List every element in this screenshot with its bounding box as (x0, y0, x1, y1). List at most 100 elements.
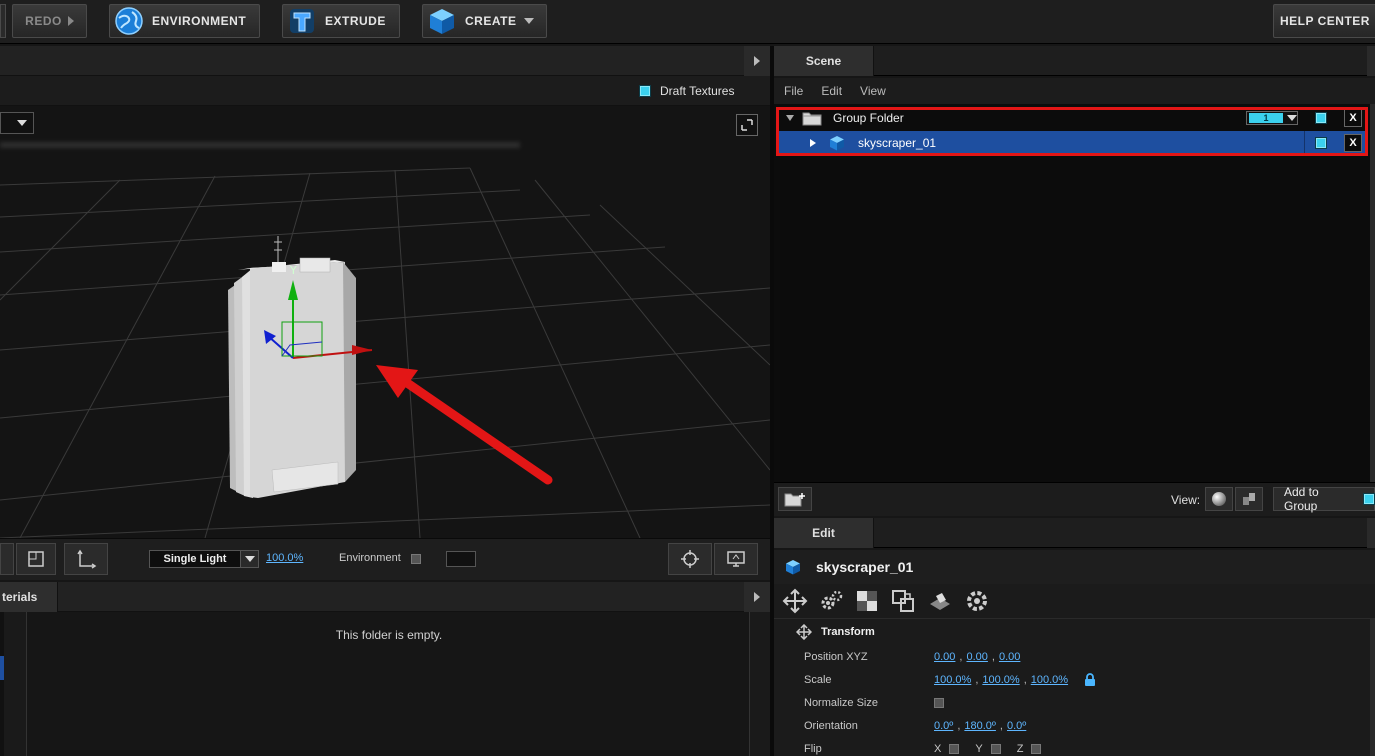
sphere-icon (1212, 492, 1226, 506)
view-objects-button[interactable] (1235, 487, 1263, 511)
normalize-checkbox[interactable] (934, 698, 944, 708)
extrude-label: EXTRUDE (325, 14, 386, 28)
lighting-select[interactable]: Single Light (149, 550, 259, 568)
edit-tabbar: Edit (774, 518, 1375, 548)
flip-z-checkbox[interactable] (1031, 744, 1042, 754)
tab-scene[interactable]: Scene (774, 46, 874, 76)
globe-icon (115, 7, 143, 35)
material-checker-icon[interactable] (854, 588, 880, 614)
scale-values: 100.0%, 100.0%, 100.0% (934, 673, 1096, 687)
add-to-group-checkbox[interactable] (1364, 494, 1374, 504)
tab-materials[interactable]: terials (0, 582, 58, 612)
scene-collapse-button[interactable] (1367, 46, 1375, 76)
group-delete-button[interactable]: X (1344, 109, 1362, 127)
edit-scrollbar[interactable] (1370, 618, 1375, 756)
orientation-values: 0.0º, 180.0º, 0.0º (934, 720, 1026, 732)
new-folder-button[interactable] (778, 487, 812, 511)
environment-button[interactable]: ENVIRONMENT (109, 4, 260, 38)
orientation-x-field[interactable]: 0.0º (934, 720, 953, 732)
menu-edit[interactable]: Edit (821, 84, 842, 98)
menu-file[interactable]: File (784, 84, 803, 98)
cube-icon (830, 136, 844, 151)
viewport-scene: Y (0, 167, 770, 538)
draft-textures-checkbox[interactable] (640, 86, 650, 96)
transform-section-header[interactable]: Transform (774, 618, 1370, 644)
collapse-arrow-icon (754, 56, 760, 66)
group-count-badge: 1 (1249, 113, 1283, 123)
position-x-field[interactable]: 0.00 (934, 651, 955, 663)
scene-row-group-folder[interactable]: Group Folder 1 X (778, 106, 1366, 130)
view-button-edge[interactable] (0, 543, 14, 575)
gear-icon[interactable] (964, 588, 990, 614)
edit-tab-label: Edit (812, 526, 835, 540)
focus-button[interactable] (668, 543, 712, 575)
orientation-z-field[interactable]: 0.0º (1007, 720, 1026, 732)
environment-color-swatch[interactable] (446, 551, 476, 567)
environment-label: Environment (339, 552, 401, 564)
camera-dropdown[interactable] (0, 112, 34, 134)
materials-collapse-button[interactable] (744, 582, 770, 612)
flip-y-checkbox[interactable] (990, 744, 1001, 754)
menu-view[interactable]: View (860, 84, 886, 98)
add-to-group-label: Add to Group (1284, 485, 1319, 513)
redo-button[interactable]: REDO (12, 4, 87, 38)
edit-collapse-button[interactable] (1367, 518, 1375, 548)
square-view-icon (28, 551, 44, 567)
environment-checkbox[interactable] (411, 554, 421, 564)
front-view-button[interactable] (16, 543, 56, 575)
materials-folder-selected[interactable] (0, 656, 4, 680)
position-values: 0.00, 0.00, 0.00 (934, 651, 1020, 663)
normalize-value (934, 698, 944, 708)
screen-mode-button[interactable] (714, 543, 758, 575)
lock-icon[interactable] (1084, 673, 1096, 687)
extrude-button[interactable]: EXTRUDE (282, 4, 400, 38)
expand-right-icon[interactable] (810, 139, 816, 147)
axes-view-button[interactable] (64, 543, 108, 575)
flip-x-checkbox[interactable] (949, 744, 960, 754)
group-visible-checkbox[interactable] (1316, 113, 1326, 123)
skyscraper-visible-checkbox[interactable] (1316, 138, 1326, 148)
help-center-button[interactable]: HELP CENTER (1273, 4, 1375, 38)
expand-down-icon[interactable] (786, 115, 794, 121)
scene-scrollbar[interactable] (1370, 104, 1375, 482)
position-z-field[interactable]: 0.00 (999, 651, 1020, 663)
gears-icon[interactable] (818, 588, 844, 614)
scene-row-skyscraper[interactable]: skyscraper_01 X (778, 131, 1366, 155)
lighting-dropdown-arrow[interactable] (240, 551, 258, 567)
zoom-percent-link[interactable]: 100.0% (266, 552, 303, 564)
position-row: Position XYZ 0.00, 0.00, 0.00 (804, 647, 1364, 667)
separator: , (957, 720, 961, 732)
objects-icon (1243, 493, 1255, 505)
create-button[interactable]: CREATE (422, 4, 547, 38)
scale-x-field[interactable]: 100.0% (934, 674, 971, 686)
viewport-options-bar: Draft Textures (0, 76, 770, 106)
uv-map-icon[interactable] (890, 588, 916, 614)
normalize-label: Normalize Size (804, 697, 878, 709)
row-divider (1304, 131, 1305, 155)
transform-properties: Transform Position XYZ 0.00, 0.00, 0.00 … (774, 618, 1375, 756)
shape-box-icon[interactable] (926, 588, 954, 614)
materials-tab-label: terials (2, 590, 38, 604)
scale-z-field[interactable]: 100.0% (1031, 674, 1068, 686)
orientation-y-field[interactable]: 180.0º (964, 720, 996, 732)
edit-object-name: skyscraper_01 (816, 559, 914, 575)
position-y-field[interactable]: 0.00 (966, 651, 987, 663)
scene-tree: Group Folder 1 X skyscraper_01 X (774, 104, 1370, 482)
scene-menu-bar: File Edit View (774, 78, 1375, 104)
skyscraper-delete-button[interactable]: X (1344, 134, 1362, 152)
maximize-viewport-button[interactable] (736, 114, 758, 136)
tab-edit[interactable]: Edit (774, 518, 874, 548)
move-arrows-icon[interactable] (782, 588, 808, 614)
panel-collapse-button[interactable] (744, 46, 770, 76)
add-to-group-button[interactable]: Add to Group (1273, 485, 1375, 513)
draft-textures-toggle[interactable]: Draft Textures (640, 84, 734, 98)
materials-tabbar: terials (0, 582, 770, 612)
view-sphere-button[interactable] (1205, 487, 1233, 511)
scale-y-field[interactable]: 100.0% (982, 674, 1019, 686)
group-count-dropdown[interactable]: 1 (1246, 111, 1298, 125)
separator: , (1023, 674, 1027, 686)
3d-viewport[interactable]: Y (0, 106, 770, 538)
extrude-t-icon (290, 9, 314, 33)
separator: , (959, 651, 963, 663)
create-label: CREATE (465, 14, 517, 28)
